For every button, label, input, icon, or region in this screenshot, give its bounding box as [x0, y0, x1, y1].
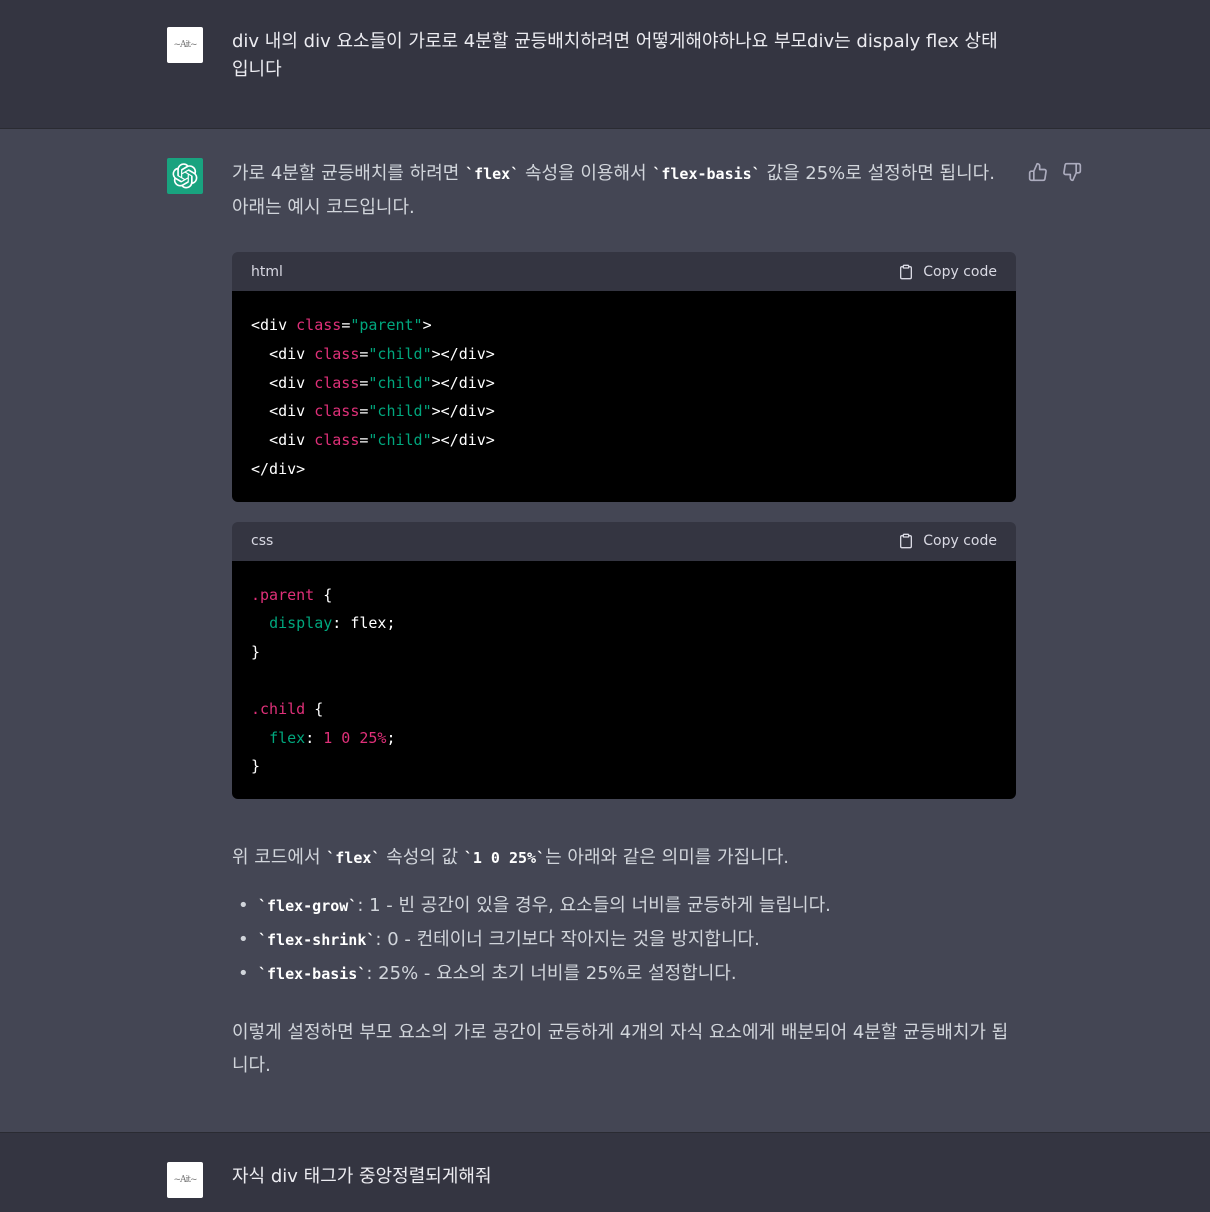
user-message-1: ~Ait~ div 내의 div 요소들이 가로로 4분할 균등배치하려면 어떻…	[0, 0, 1210, 129]
inline-code-flex: `flex`	[465, 165, 520, 183]
user-avatar: ~Ait~	[167, 1162, 203, 1198]
inline-code-flex-basis: `flex-basis`	[652, 165, 761, 183]
explain-text-1: 위 코드에서	[232, 846, 327, 868]
code-block-html: html Copy code <div class="parent"> <div…	[232, 252, 1016, 502]
user-avatar: ~Ait~	[167, 27, 203, 63]
openai-logo-icon	[167, 158, 203, 194]
clipboard-icon	[900, 533, 913, 549]
inline-code: `flex-grow`	[258, 896, 358, 915]
inline-code: `flex-shrink`	[258, 930, 376, 949]
inline-code-flex-value: `1 0 25%`	[463, 848, 546, 867]
intro-paragraph: 가로 4분할 균등배치를 하려면 `flex` 속성을 이용해서 `flex-b…	[232, 157, 1016, 224]
list-item-text: : 25% - 요소의 초기 너비를 25%로 설정합니다.	[366, 962, 737, 984]
intro-text-2: 속성을 이용해서	[519, 163, 653, 184]
thumbs-down-icon[interactable]	[1062, 162, 1082, 182]
code-body-css: .parent { display: flex; } .child { flex…	[232, 560, 1016, 799]
copy-code-button[interactable]: Copy code	[898, 532, 997, 550]
inline-code-flex: `flex`	[326, 848, 381, 867]
list-item-text: : 0 - 컨테이너 크기보다 작아지는 것을 방지합니다.	[375, 928, 760, 950]
user-message-2: ~Ait~ 자식 div 태그가 중앙정렬되게해줘	[0, 1132, 1210, 1212]
explain-paragraph: 위 코드에서 `flex` 속성의 값 `1 0 25%`는 아래와 같은 의미…	[232, 841, 1016, 875]
list-item: `flex-basis`: 25% - 요소의 초기 너비를 25%로 설정합니…	[232, 957, 1016, 991]
clipboard-icon	[900, 264, 913, 279]
inline-code: `flex-basis`	[258, 964, 367, 983]
explain-text-3: 는 아래와 같은 의미를 가집니다.	[545, 846, 790, 868]
intro-text-1: 가로 4분할 균등배치를 하려면	[232, 163, 466, 184]
feedback-buttons	[1028, 162, 1082, 182]
user-message-text: div 내의 div 요소들이 가로로 4분할 균등배치하려면 어떻게해야하나요…	[232, 31, 998, 80]
code-block-header: css Copy code	[232, 521, 1016, 561]
explain-text-2: 속성의 값	[380, 846, 464, 868]
conclusion-paragraph: 이렇게 설정하면 부모 요소의 가로 공간이 균등하게 4개의 자식 요소에게 …	[232, 1021, 1009, 1076]
code-block-css: css Copy code .parent { display: flex; }…	[232, 521, 1016, 799]
copy-code-button[interactable]: Copy code	[898, 263, 997, 281]
code-block-header: html Copy code	[232, 252, 1016, 291]
code-language-label: css	[251, 533, 274, 550]
bullet-list: `flex-grow`: 1 - 빈 공간이 있을 경우, 요소들의 너비를 균…	[232, 889, 1016, 991]
copy-code-label: Copy code	[923, 263, 997, 280]
thumbs-up-icon[interactable]	[1028, 162, 1048, 182]
assistant-content: 가로 4분할 균등배치를 하려면 `flex` 속성을 이용해서 `flex-b…	[232, 157, 1016, 1082]
code-body-html: <div class="parent"> <div class="child">…	[232, 291, 1016, 502]
list-item: `flex-grow`: 1 - 빈 공간이 있을 경우, 요소들의 너비를 균…	[232, 889, 1016, 923]
list-item-text: : 1 - 빈 공간이 있을 경우, 요소들의 너비를 균등하게 늘립니다.	[357, 894, 831, 916]
assistant-message: 가로 4분할 균등배치를 하려면 `flex` 속성을 이용해서 `flex-b…	[0, 129, 1210, 1132]
copy-code-label: Copy code	[923, 533, 997, 550]
code-language-label: html	[251, 263, 283, 280]
list-item: `flex-shrink`: 0 - 컨테이너 크기보다 작아지는 것을 방지합…	[232, 923, 1016, 957]
